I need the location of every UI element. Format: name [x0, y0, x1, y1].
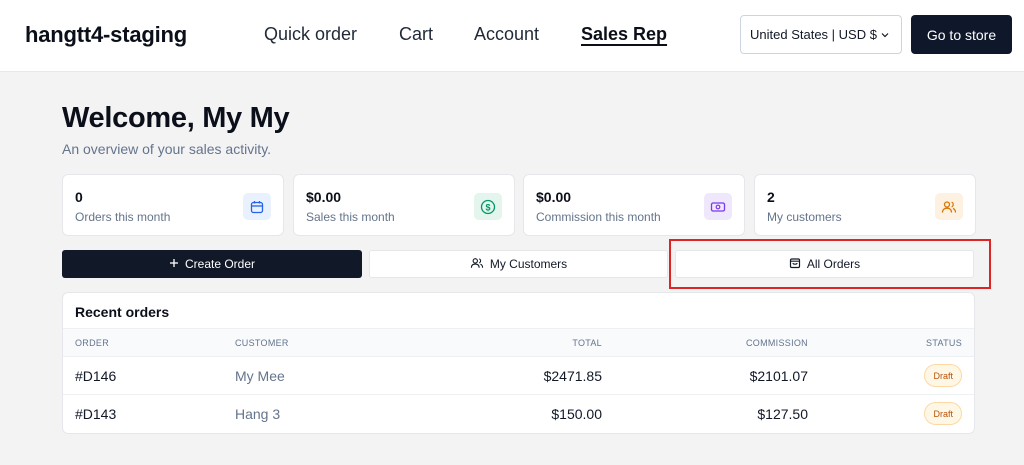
stat-value: 2 — [767, 189, 775, 205]
stat-card-commission: $0.00 Commission this month — [523, 174, 745, 236]
stat-card-customers: 2 My customers — [754, 174, 976, 236]
stat-label: Orders this month — [75, 210, 171, 224]
region-label: United States | USD $ — [750, 27, 877, 42]
stat-label: My customers — [767, 210, 842, 224]
users-icon — [470, 257, 484, 272]
plus-icon — [169, 257, 179, 271]
stat-card-orders: 0 Orders this month — [62, 174, 284, 236]
column-header-commission: COMMISSION — [745, 338, 808, 348]
stat-value: $0.00 — [306, 189, 342, 205]
highlight-box — [669, 239, 991, 289]
order-id[interactable]: #D146 — [75, 368, 116, 384]
nav-sales-rep[interactable]: Sales Rep — [581, 24, 667, 45]
my-customers-button[interactable]: My Customers — [369, 250, 668, 278]
page-subtitle: An overview of your sales activity. — [62, 141, 272, 157]
recent-orders-card: Recent orders ORDER CUSTOMER TOTAL COMMI… — [62, 292, 975, 434]
dollar-icon: $ — [474, 193, 502, 220]
status-badge: Draft — [924, 402, 962, 425]
stat-value: $0.00 — [536, 189, 572, 205]
users-icon — [935, 193, 963, 220]
table-row[interactable]: #D146 My Mee $2471.85 $2101.07 Draft — [63, 357, 974, 395]
chevron-down-icon — [880, 30, 890, 40]
table-row[interactable]: #D143 Hang 3 $150.00 $127.50 Draft — [63, 395, 974, 433]
nav-cart[interactable]: Cart — [399, 24, 433, 45]
nav-account[interactable]: Account — [474, 24, 539, 45]
order-commission: $2101.07 — [749, 368, 808, 384]
stat-card-sales: $0.00 Sales this month $ — [293, 174, 515, 236]
column-header-status: STATUS — [926, 338, 962, 348]
banknote-icon — [704, 193, 732, 220]
table-header: ORDER CUSTOMER TOTAL COMMISSION STATUS — [63, 328, 974, 357]
brand-logo[interactable]: hangtt4-staging — [25, 22, 187, 48]
order-total: $2471.85 — [543, 368, 602, 384]
order-commission: $127.50 — [757, 406, 808, 422]
column-header-order: ORDER — [75, 338, 110, 348]
customer-name: My Mee — [235, 368, 285, 384]
region-currency-select[interactable]: United States | USD $ — [740, 15, 902, 54]
order-id[interactable]: #D143 — [75, 406, 116, 422]
calendar-icon — [243, 193, 271, 220]
stat-label: Sales this month — [306, 210, 395, 224]
top-header: hangtt4-staging Quick order Cart Account… — [0, 0, 1024, 72]
svg-text:$: $ — [485, 202, 490, 212]
page-title: Welcome, My My — [62, 102, 290, 134]
nav-quick-order[interactable]: Quick order — [264, 24, 357, 45]
my-customers-label: My Customers — [489, 257, 568, 271]
column-header-total: TOTAL — [572, 338, 602, 348]
recent-orders-title: Recent orders — [75, 304, 170, 320]
customer-name: Hang 3 — [235, 406, 281, 422]
status-badge: Draft — [924, 364, 962, 387]
create-order-label: Create Order — [184, 257, 256, 271]
create-order-button[interactable]: Create Order — [62, 250, 362, 278]
order-total: $150.00 — [551, 406, 602, 422]
stat-label: Commission this month — [536, 210, 661, 224]
go-to-store-button[interactable]: Go to store — [911, 15, 1012, 54]
stat-value: 0 — [75, 189, 83, 205]
column-header-customer: CUSTOMER — [235, 338, 289, 348]
